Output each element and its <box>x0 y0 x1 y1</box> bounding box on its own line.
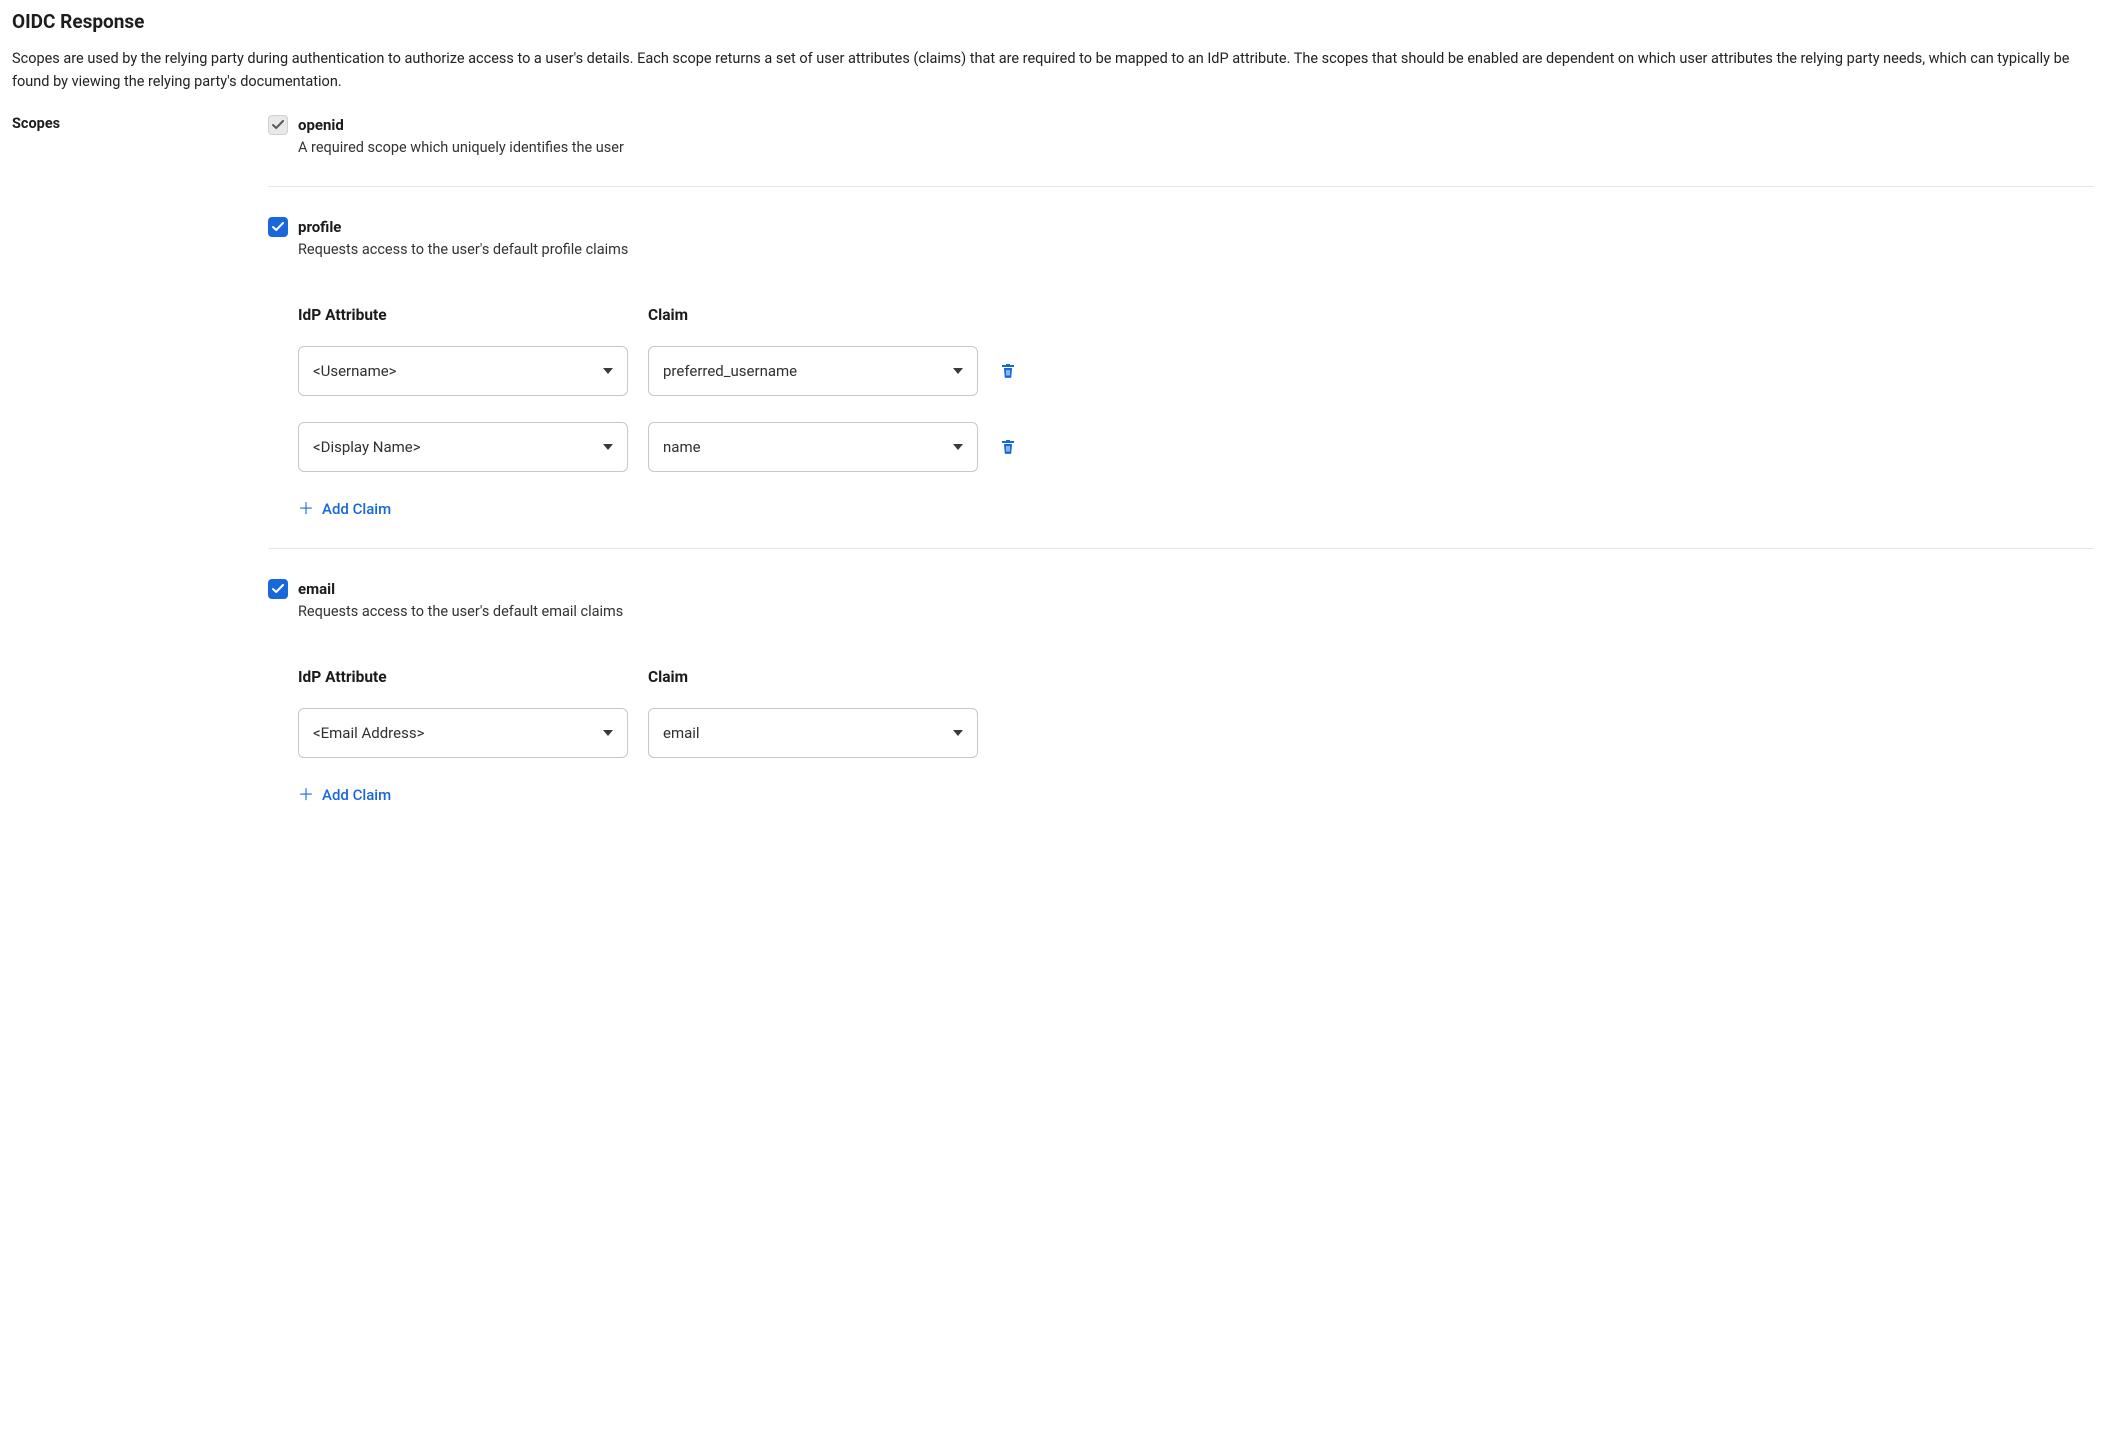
idp-attribute-select[interactable]: <Email Address> <box>298 708 628 758</box>
scope-profile: profile Requests access to the user's de… <box>268 217 2094 549</box>
chevron-down-icon <box>603 444 613 450</box>
idp-attribute-value: <Display Name> <box>313 438 421 456</box>
claim-select[interactable]: name <box>648 422 978 472</box>
chevron-down-icon <box>953 730 963 736</box>
scope-email: email Requests access to the user's defa… <box>268 579 2094 804</box>
claim-value: email <box>663 724 700 742</box>
chevron-down-icon <box>953 444 963 450</box>
check-icon <box>272 584 284 594</box>
chevron-down-icon <box>953 368 963 374</box>
scope-profile-checkbox[interactable] <box>268 217 288 237</box>
idp-attribute-value: <Username> <box>313 362 397 380</box>
scope-profile-name: profile <box>298 217 2094 237</box>
claim-header: Claim <box>648 306 978 324</box>
idp-attribute-select[interactable]: <Username> <box>298 346 628 396</box>
scope-openid-checkbox <box>268 115 288 135</box>
section-title: OIDC Response <box>12 10 2094 33</box>
check-icon <box>272 120 284 130</box>
claim-row: <Email Address> email <box>298 708 2094 758</box>
claim-row: <Username> preferred_username <box>298 346 2094 396</box>
scope-profile-description: Requests access to the user's default pr… <box>298 241 2094 258</box>
idp-attribute-header: IdP Attribute <box>298 668 628 686</box>
claim-select[interactable]: preferred_username <box>648 346 978 396</box>
claim-value: preferred_username <box>663 362 797 380</box>
scope-openid-name: openid <box>298 115 2094 135</box>
idp-attribute-header: IdP Attribute <box>298 306 628 324</box>
check-icon <box>272 222 284 232</box>
delete-claim-button[interactable] <box>998 361 1018 381</box>
section-description: Scopes are used by the relying party dur… <box>12 47 2094 93</box>
delete-claim-button[interactable] <box>998 437 1018 457</box>
scope-email-claims: IdP Attribute Claim <Email Address> emai… <box>268 668 2094 804</box>
scopes-label: Scopes <box>12 115 268 132</box>
idp-attribute-select[interactable]: <Display Name> <box>298 422 628 472</box>
claim-row: <Display Name> name <box>298 422 2094 472</box>
scope-openid-description: A required scope which uniquely identifi… <box>298 139 2094 156</box>
trash-icon <box>1000 363 1016 379</box>
scope-email-checkbox[interactable] <box>268 579 288 599</box>
plus-icon: ＋ <box>298 501 314 517</box>
chevron-down-icon <box>603 730 613 736</box>
add-claim-label: Add Claim <box>322 786 391 804</box>
add-claim-label: Add Claim <box>322 500 391 518</box>
claim-header: Claim <box>648 668 978 686</box>
plus-icon: ＋ <box>298 787 314 803</box>
scope-email-description: Requests access to the user's default em… <box>298 603 2094 620</box>
claim-select[interactable]: email <box>648 708 978 758</box>
add-claim-button[interactable]: ＋ Add Claim <box>298 786 391 804</box>
chevron-down-icon <box>603 368 613 374</box>
scope-openid: openid A required scope which uniquely i… <box>268 115 2094 187</box>
add-claim-button[interactable]: ＋ Add Claim <box>298 500 391 518</box>
idp-attribute-value: <Email Address> <box>313 724 424 742</box>
scope-email-name: email <box>298 579 2094 599</box>
claim-value: name <box>663 438 701 456</box>
scope-profile-claims: IdP Attribute Claim <Username> preferred… <box>268 306 2094 518</box>
trash-icon <box>1000 439 1016 455</box>
